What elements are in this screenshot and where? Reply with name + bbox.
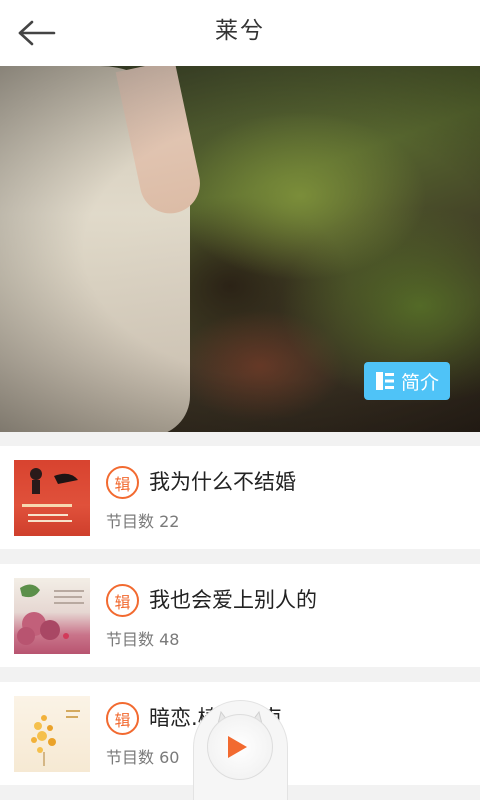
mini-player-button[interactable] [193,700,288,800]
episode-count-value: 22 [159,512,180,531]
list-icon [375,372,394,390]
album-cover [14,578,90,654]
intro-label: 简介 [400,371,439,394]
album-cover [14,696,90,772]
episode-count-label: 节目数 [106,748,155,767]
hero-banner: 简介 [0,66,480,432]
episode-count: 节目数 60 [106,744,179,768]
album-cover [14,460,90,536]
play-icon [228,736,247,758]
screen: 莱兮 简介 辑 我为什么不结婚 节目数 22 辑 我也会爱上别人的 节目数 48… [0,0,480,800]
album-badge: 辑 [106,466,139,499]
episode-count-label: 节目数 [106,512,155,531]
episode-count-value: 48 [159,630,180,649]
page-title: 莱兮 [215,18,265,44]
album-row[interactable]: 辑 我为什么不结婚 节目数 22 [0,446,480,549]
top-bar: 莱兮 [0,0,480,66]
album-title: 我也会爱上别人的 [149,588,317,612]
album-badge: 辑 [106,702,139,735]
album-row[interactable]: 辑 我也会爱上别人的 节目数 48 [0,564,480,667]
intro-button[interactable]: 简介 [364,362,450,400]
episode-count: 节目数 22 [106,508,179,532]
episode-count-label: 节目数 [106,630,155,649]
episode-count: 节目数 48 [106,626,179,650]
episode-count-value: 60 [159,748,180,767]
album-badge: 辑 [106,584,139,617]
album-title: 我为什么不结婚 [149,470,296,494]
